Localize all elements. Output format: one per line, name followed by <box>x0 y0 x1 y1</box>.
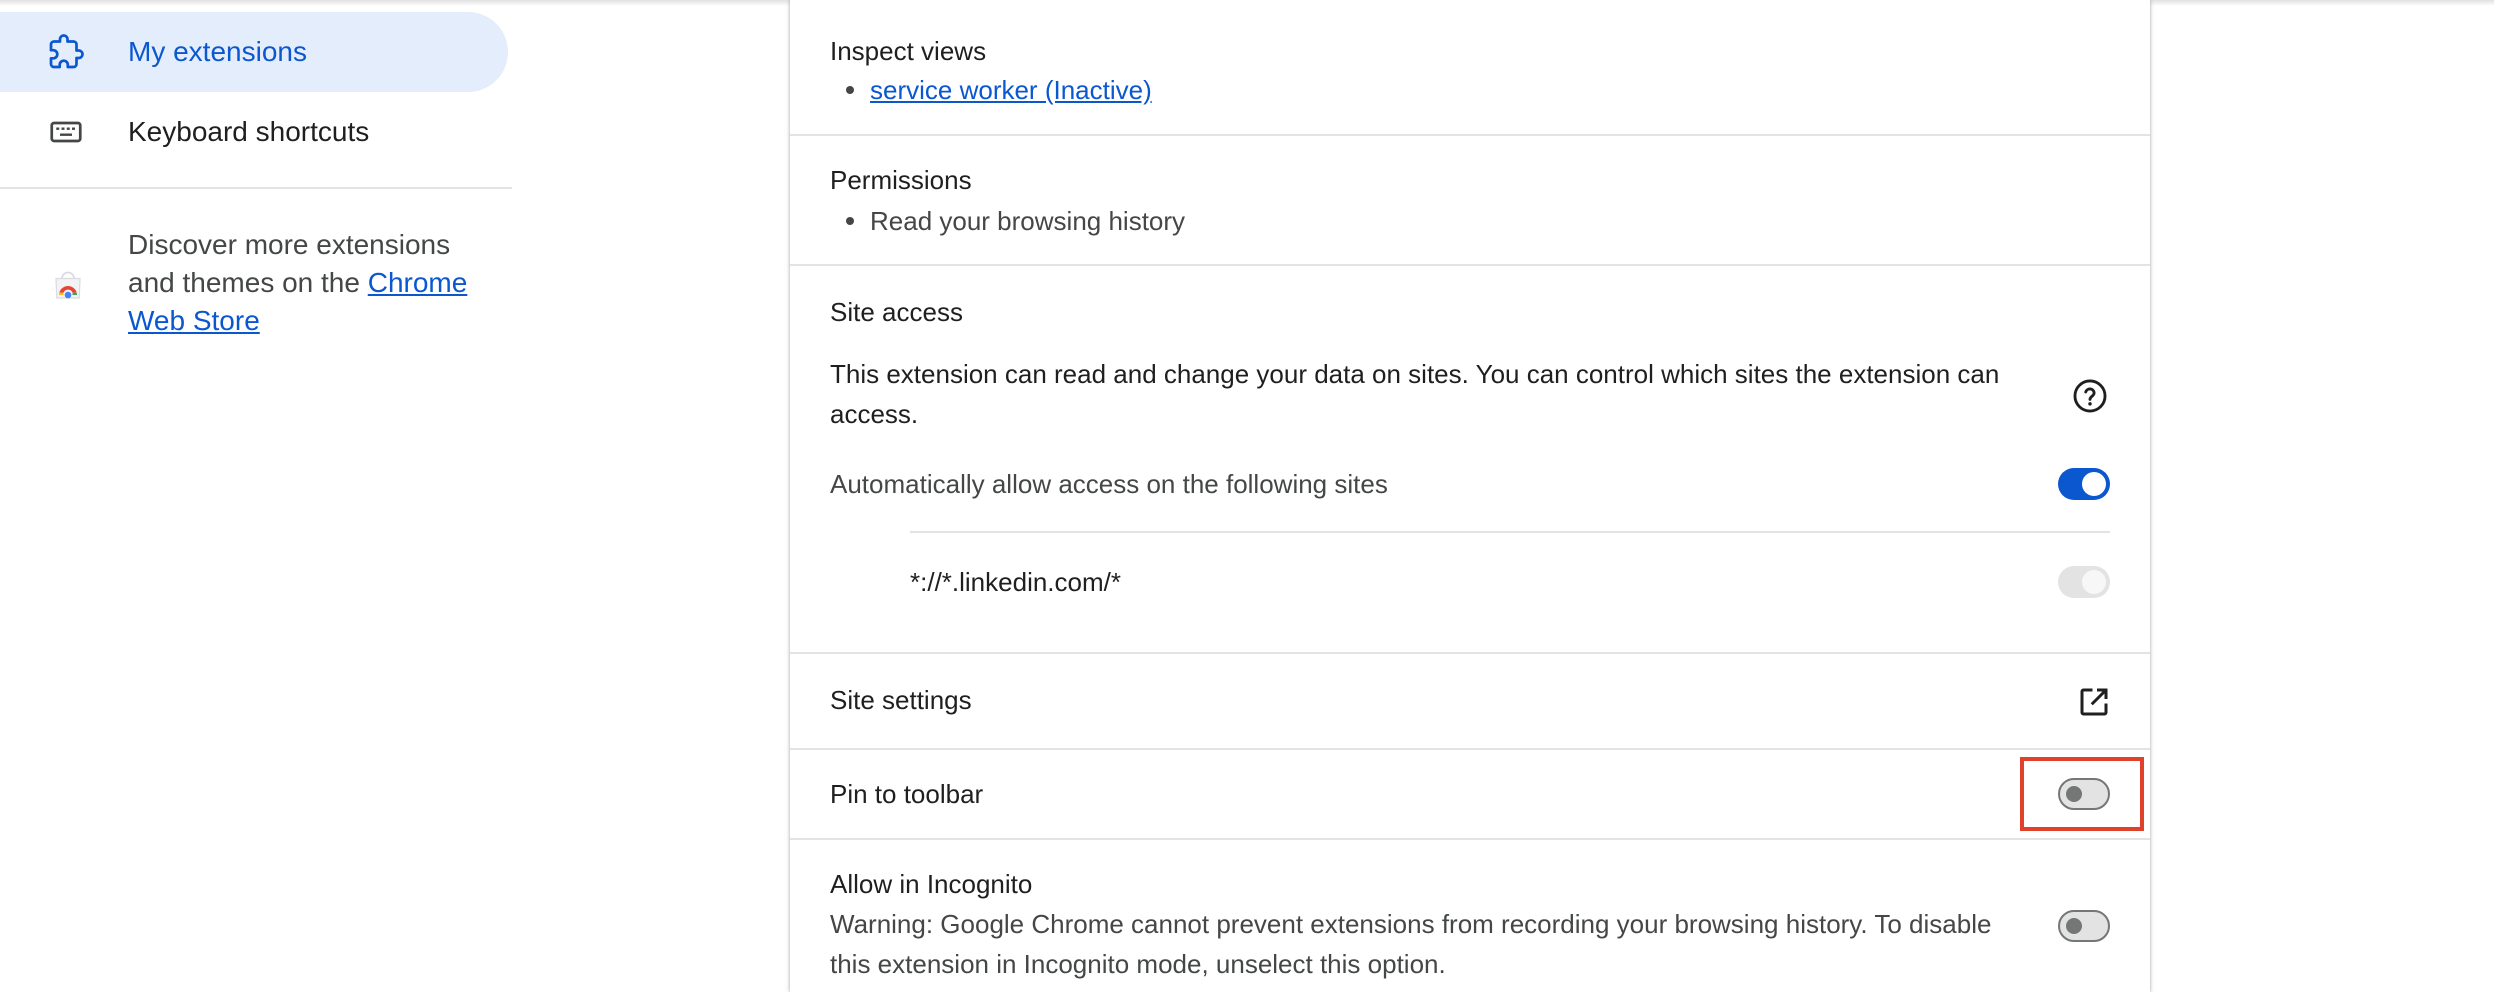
sidebar: My extensions Keyboard shortcuts Discove… <box>0 0 512 992</box>
keyboard-icon <box>50 121 82 143</box>
bullet <box>846 86 854 94</box>
pin-to-toolbar-row: Pin to toolbar <box>790 750 2150 840</box>
extensions-page: My extensions Keyboard shortcuts Discove… <box>0 0 2494 992</box>
permissions-section: Permissions Read your browsing history <box>790 136 2150 266</box>
open-in-new-icon[interactable] <box>2076 684 2112 720</box>
highlight-annotation <box>2020 757 2144 831</box>
site-pattern: *://*.linkedin.com/* <box>910 567 1121 597</box>
auto-allow-label: Automatically allow access on the follow… <box>830 469 1388 499</box>
toggle-knob <box>2082 472 2106 496</box>
sidebar-item-keyboard-shortcuts[interactable]: Keyboard shortcuts <box>0 92 508 172</box>
inspect-views-section: Inspect views service worker (Inactive) <box>790 0 2150 136</box>
site-settings-label: Site settings <box>830 685 972 715</box>
site-settings-row[interactable]: Site settings <box>790 654 2150 750</box>
extension-details-card: Inspect views service worker (Inactive) … <box>790 0 2150 992</box>
sidebar-item-label: My extensions <box>128 36 307 67</box>
site-access-description: This extension can read and change your … <box>830 359 2000 429</box>
incognito-toggle[interactable] <box>2058 910 2110 942</box>
site-access-section: Site access This extension can read and … <box>790 266 2150 654</box>
toggle-knob <box>2082 570 2106 594</box>
incognito-warning: Warning: Google Chrome cannot prevent ex… <box>830 909 1992 979</box>
sidebar-item-my-extensions[interactable]: My extensions <box>0 12 508 92</box>
incognito-title: Allow in Incognito <box>830 869 1033 899</box>
pin-to-toolbar-label: Pin to toolbar <box>830 779 984 809</box>
permissions-title: Permissions <box>830 165 972 195</box>
sidebar-item-label: Keyboard shortcuts <box>128 116 370 147</box>
site-toggle-disabled <box>2058 566 2110 598</box>
sidebar-divider <box>0 187 512 189</box>
bullet <box>846 217 854 225</box>
inspect-views-title: Inspect views <box>830 36 987 66</box>
discover-text: Discover more extensions and themes on t… <box>128 226 498 340</box>
list-item: Read your browsing history <box>830 204 1185 238</box>
list-item: service worker (Inactive) <box>830 73 1152 107</box>
extension-puzzle-icon <box>49 34 84 69</box>
service-worker-link[interactable]: service worker (Inactive) <box>870 73 1152 107</box>
toggle-knob <box>2066 918 2082 934</box>
auto-allow-toggle[interactable] <box>2058 468 2110 500</box>
chrome-web-store-icon <box>55 271 81 299</box>
site-list-divider <box>910 531 2110 533</box>
help-icon[interactable] <box>2071 377 2109 415</box>
permission-text: Read your browsing history <box>870 206 1186 236</box>
incognito-row: Allow in Incognito Warning: Google Chrom… <box>790 840 2150 992</box>
site-access-title: Site access <box>830 297 963 327</box>
